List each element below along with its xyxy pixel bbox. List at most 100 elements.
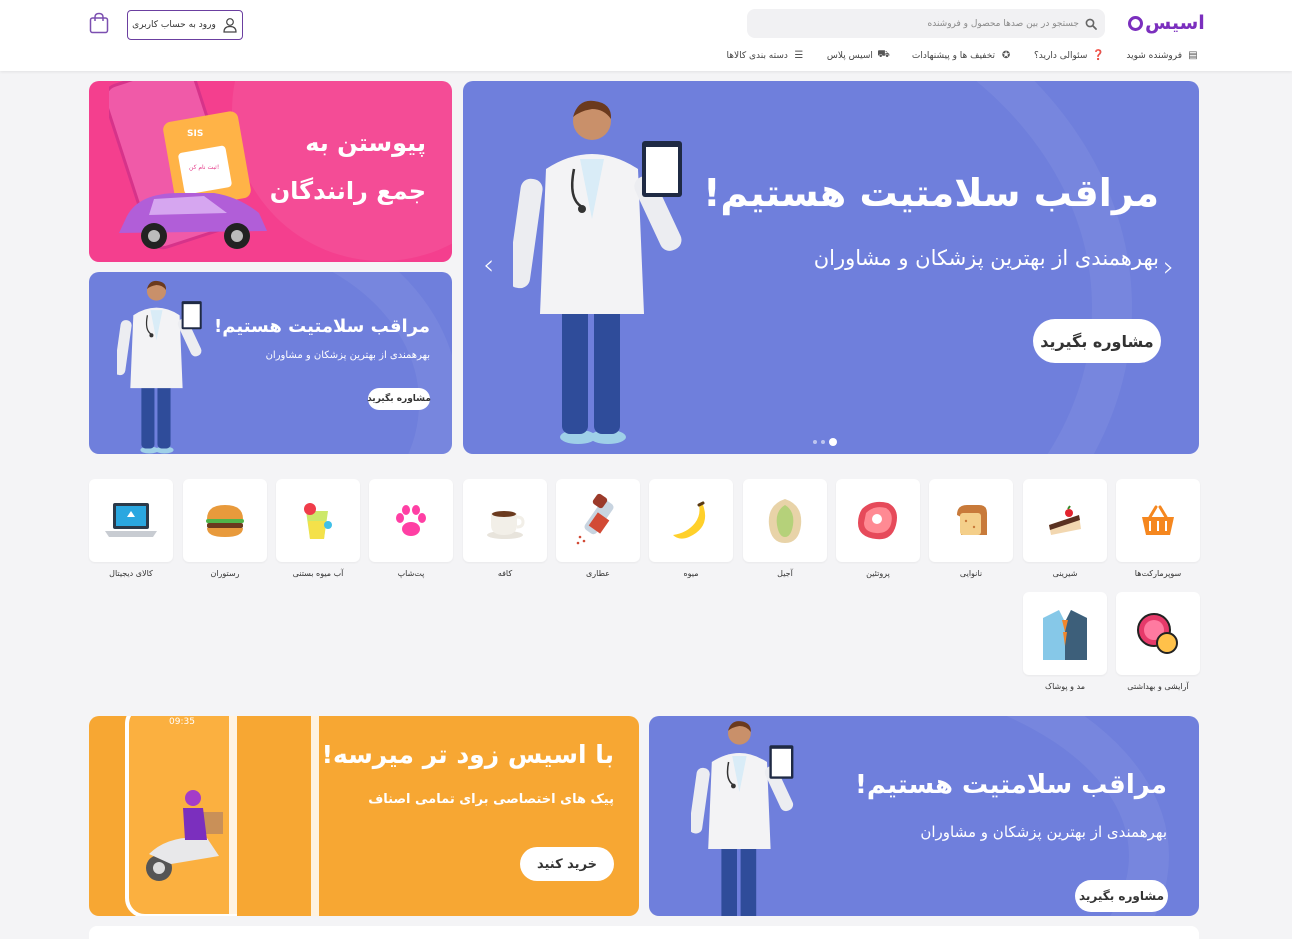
category-tile[interactable]: [1023, 592, 1107, 675]
hero-cta-button[interactable]: مشاوره بگیرید: [1033, 319, 1161, 363]
category-tile[interactable]: [836, 479, 920, 562]
nav-label: دسته بندی کالاها: [726, 50, 788, 61]
category-tile[interactable]: [649, 479, 733, 562]
category-label: آجیل: [777, 569, 793, 578]
nav-label: سئوالی دارید؟: [1034, 50, 1088, 61]
health-promo-subtitle: بهرهمندی از بهترین پزشکان و مشاوران: [920, 823, 1167, 841]
category-label: نانوایی: [959, 569, 983, 578]
site-logo[interactable]: اسیس: [1128, 11, 1205, 35]
category-tile[interactable]: [743, 479, 827, 562]
delivery-phone-illustration: 09:35: [125, 716, 319, 916]
health-promo-cta-button[interactable]: مشاوره بگیرید: [1075, 880, 1168, 912]
category-protein[interactable]: پروتئین: [836, 479, 920, 578]
steak-icon: [858, 501, 897, 539]
side-banner-cta-button[interactable]: مشاوره بگیرید: [367, 388, 431, 410]
driver-signup-banner[interactable]: SIS ثبت نام کن! پیوستن به جمع رانندگان: [89, 81, 452, 262]
slider-dot-active[interactable]: [829, 438, 837, 446]
slider-dots: [813, 438, 837, 446]
driver-banner-line2: جمع رانندگان: [269, 177, 426, 205]
makeup-icon: [1137, 612, 1178, 654]
search-input[interactable]: [755, 18, 1079, 29]
category-tile[interactable]: [89, 479, 173, 562]
cake-icon: [1049, 504, 1081, 535]
basket-icon: [1142, 505, 1174, 535]
side-banner-title: مراقب سلامتیت هستیم!: [214, 316, 430, 337]
category-tile[interactable]: [1116, 479, 1200, 562]
category-tile[interactable]: [276, 479, 360, 562]
category-label: سوپرمارکت‌ها: [1134, 569, 1182, 578]
juice-icon: [304, 502, 332, 539]
category-restaurant[interactable]: رستوران: [183, 479, 267, 578]
category-label: مد و پوشاک: [1044, 682, 1086, 691]
category-juice[interactable]: آب میوه بستنی: [276, 479, 360, 578]
spice-shaker-icon: [576, 493, 614, 544]
slider-dot[interactable]: [821, 440, 825, 444]
phone-time: 09:35: [169, 717, 195, 727]
category-cafe[interactable]: کافه: [463, 479, 547, 578]
category-label: رستوران: [210, 569, 240, 578]
coffee-cup-icon: [487, 510, 525, 539]
nav-label: اسیس پلاس: [826, 50, 873, 61]
store-icon: ▤: [1188, 50, 1198, 61]
driver-banner-line1: پیوستن به: [305, 129, 426, 157]
category-supermarket[interactable]: سوپرمارکت‌ها: [1116, 479, 1200, 578]
category-sweets[interactable]: شیرینی: [1023, 479, 1107, 578]
paw-icon: [396, 504, 426, 536]
phone-car-illustration: SIS ثبت نام کن!: [109, 81, 267, 250]
hero-subtitle: بهرهمندی از بهترین پزشکان و مشاوران: [813, 246, 1159, 270]
main-nav: ☰ دسته بندی کالاها ⛟ اسیس پلاس ✪ تخفیف ه…: [726, 49, 1199, 62]
hero-slider[interactable]: مراقب سلامتیت هستیم! بهرهمندی از بهترین …: [463, 81, 1199, 454]
logo-ring-icon: [1128, 15, 1143, 31]
category-tile[interactable]: [929, 479, 1013, 562]
category-tile[interactable]: [369, 479, 453, 562]
slider-next-icon[interactable]: ›: [1163, 253, 1174, 281]
category-fashion[interactable]: مد و پوشاک: [1023, 592, 1107, 691]
login-button[interactable]: ورود به حساب کاربری: [127, 10, 243, 40]
side-banner-subtitle: بهرهمندی از بهترین پزشکان و مشاوران: [265, 350, 430, 361]
category-digital[interactable]: کالای دیجیتال: [89, 479, 173, 578]
card-cta: ثبت نام کن!: [189, 164, 219, 171]
category-label: کافه: [497, 569, 513, 578]
slider-dot[interactable]: [813, 440, 817, 444]
health-promo-title: مراقب سلامتیت هستیم!: [855, 770, 1167, 800]
category-tile[interactable]: [1023, 479, 1107, 562]
category-tile[interactable]: [463, 479, 547, 562]
category-fruit[interactable]: میوه: [649, 479, 733, 578]
search-bar: [747, 9, 1105, 38]
delivery-cta-button[interactable]: خرید کنید: [520, 847, 614, 881]
category-herbal[interactable]: عطاری: [556, 479, 640, 578]
search-icon[interactable]: [1085, 18, 1097, 30]
nav-faq[interactable]: ❓ سئوالی دارید؟: [1034, 49, 1104, 62]
delivery-title: با اسیس زود تر میرسه!: [321, 740, 614, 769]
doctor-illustration: [513, 99, 687, 446]
category-petshop[interactable]: پت‌شاپ: [369, 479, 453, 578]
delivery-promo-banner[interactable]: 09:35 با اسیس زود تر میرسه! پیک های اختص…: [89, 716, 639, 916]
nav-discounts[interactable]: ✪ تخفیف ها و پیشنهادات: [912, 49, 1012, 62]
health-promo-banner[interactable]: مراقب سلامتیت هستیم! بهرهمندی از بهترین …: [649, 716, 1199, 916]
category-tile[interactable]: [183, 479, 267, 562]
health-side-banner[interactable]: مراقب سلامتیت هستیم! بهرهمندی از بهترین …: [89, 272, 452, 454]
category-nuts[interactable]: آجیل: [743, 479, 827, 578]
category-label: آرایشی و بهداشتی: [1127, 682, 1189, 691]
nav-categories[interactable]: ☰ دسته بندی کالاها: [726, 49, 804, 62]
question-icon: ❓: [1091, 50, 1105, 61]
doctor-illustration: [117, 280, 204, 454]
pistachio-icon: [768, 498, 802, 543]
category-tile[interactable]: [1116, 592, 1200, 675]
slider-prev-icon[interactable]: ‹: [483, 251, 494, 279]
category-tile[interactable]: [556, 479, 640, 562]
category-bakery[interactable]: نانوایی: [929, 479, 1013, 578]
category-label: عطاری: [586, 569, 610, 578]
nav-asis-plus[interactable]: ⛟ اسیس پلاس: [827, 49, 890, 62]
user-icon: [223, 18, 237, 33]
login-label: ورود به حساب کاربری: [132, 20, 216, 30]
menu-icon: ☰: [794, 50, 804, 61]
category-cosmetics[interactable]: آرایشی و بهداشتی: [1116, 592, 1200, 691]
category-label: پروتئین: [866, 569, 890, 578]
truck-icon: ⛟: [877, 49, 890, 60]
nav-become-seller[interactable]: ▤ فروشنده شوید: [1126, 49, 1199, 62]
site-header: اسیس ورود به حساب کاربری ☰ دسته بندی کال…: [0, 0, 1292, 71]
next-section-edge: [89, 926, 1199, 939]
doctor-illustration: [691, 720, 796, 916]
shopping-bag-icon[interactable]: [89, 12, 109, 34]
